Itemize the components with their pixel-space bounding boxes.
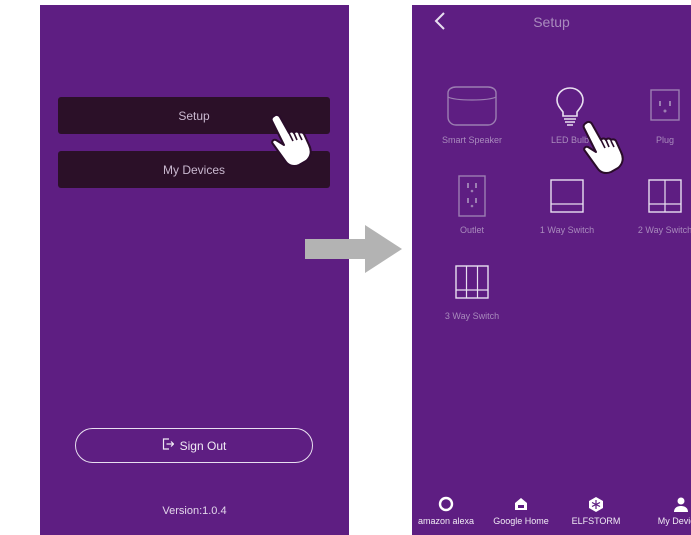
version-text: Version:1.0.4 — [162, 505, 227, 517]
alexa-icon — [412, 494, 482, 514]
nav-amazon-alexa[interactable]: amazon alexa — [412, 494, 482, 526]
device-label: Smart Speaker — [441, 135, 503, 145]
sign-out-label: Sign Out — [179, 438, 227, 453]
user-icon — [645, 494, 691, 514]
nav-my-devices[interactable]: My Devices — [645, 494, 691, 526]
device-1-way-switch[interactable]: 1 Way Switch — [519, 175, 615, 235]
nav-label: Google Home — [493, 516, 549, 526]
bottom-nav: amazon alexa Google Home ELFSTORM My Dev… — [412, 488, 691, 535]
page-title: Setup — [533, 14, 570, 30]
google-home-icon — [485, 494, 557, 514]
nav-label: ELFSTORM — [571, 516, 621, 526]
switch-1-icon — [550, 179, 584, 213]
elfstorm-icon — [560, 494, 632, 514]
plug-icon — [650, 89, 680, 121]
device-label: 2 Way Switch — [637, 225, 691, 235]
device-3-way-switch[interactable]: 3 Way Switch — [424, 261, 520, 321]
nav-elfstorm[interactable]: ELFSTORM — [560, 494, 632, 526]
speaker-icon — [447, 86, 497, 126]
sign-out-button[interactable]: Sign Out — [75, 428, 313, 463]
device-outlet[interactable]: Outlet — [424, 173, 520, 235]
pointing-hand-icon — [580, 120, 624, 181]
device-label: 1 Way Switch — [539, 225, 595, 235]
device-label: Plug — [655, 135, 674, 145]
transition-arrow-icon — [305, 225, 402, 278]
device-label: 3 Way Switch — [444, 311, 500, 321]
main-menu-screen: Setup My Devices Sign Out Version:1.0.4 — [40, 5, 349, 535]
nav-label: My Devices — [657, 516, 691, 526]
device-smart-speaker[interactable]: Smart Speaker — [424, 85, 520, 145]
device-2-way-switch[interactable]: 2 Way Switch — [617, 175, 691, 235]
device-plug[interactable]: Plug — [617, 85, 691, 145]
device-label: Outlet — [459, 225, 484, 235]
nav-google-home[interactable]: Google Home — [485, 494, 557, 526]
setup-screen: Setup Smart Speaker LED Bulb Plug Outlet… — [412, 5, 691, 535]
sign-out-icon — [162, 438, 174, 453]
switch-2-icon — [648, 179, 682, 213]
switch-3-icon — [455, 265, 489, 299]
top-bar: Setup — [412, 5, 691, 41]
nav-label: amazon alexa — [417, 516, 475, 526]
pointing-hand-icon — [268, 113, 312, 174]
outlet-icon — [458, 175, 486, 217]
